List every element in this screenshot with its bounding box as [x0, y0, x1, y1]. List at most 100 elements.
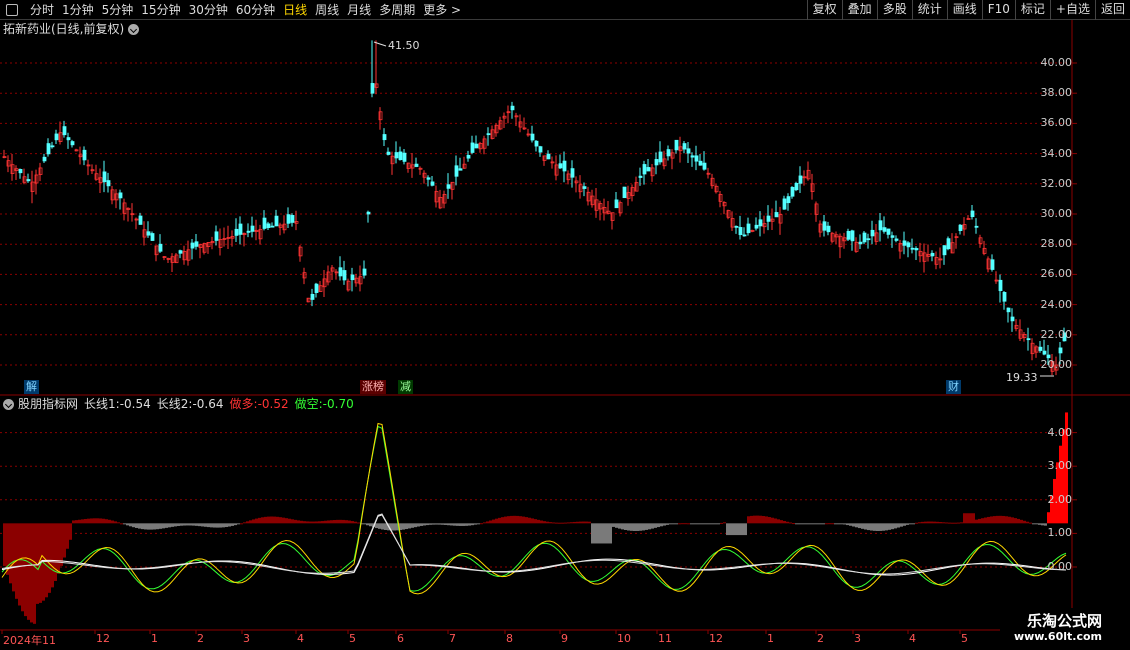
indicator-bar: [462, 523, 465, 526]
candle-body: [774, 212, 779, 218]
indicator-bar: [63, 523, 66, 558]
indicator-bar: [621, 523, 624, 530]
indicator-bar: [939, 522, 942, 524]
indicator-bar: [144, 523, 147, 530]
indicator-bar: [669, 523, 672, 525]
candle-body: [758, 219, 763, 227]
indicator-bar: [519, 516, 522, 524]
indicator-bar: [684, 523, 687, 525]
indicator-bar: [1029, 522, 1032, 524]
indicator-bar: [882, 523, 885, 531]
indicator-bar: [435, 523, 438, 525]
tag-reduce[interactable]: 减: [398, 380, 413, 394]
indicator-bar: [837, 523, 840, 525]
candle-body: [666, 149, 671, 157]
candle-body: [878, 220, 883, 231]
candle-body: [870, 229, 875, 237]
indicator-bar: [501, 517, 504, 524]
indicator-bar: [114, 521, 117, 524]
price-tick-label: 24.00: [1040, 297, 1073, 311]
indicator-bar: [765, 516, 768, 524]
indicator-bar: [48, 523, 51, 593]
bull-line: [1, 422, 1067, 595]
candle-body: [70, 141, 75, 146]
indicator-tick-label: 2.00: [1047, 492, 1073, 506]
indicator-bar: [240, 523, 243, 525]
date-tick-label: 3: [243, 632, 250, 645]
indicator-bar: [606, 523, 609, 544]
indicator-bar: [498, 517, 501, 524]
indicator-bar: [117, 522, 120, 524]
tag-limit-list[interactable]: 涨榜: [360, 380, 386, 394]
candle-body: [674, 139, 679, 151]
indicator-bar: [897, 523, 900, 528]
indicator-bar: [663, 523, 666, 526]
low-price-label: 19.33: [1006, 371, 1038, 384]
indicator-bar: [309, 521, 312, 524]
indicator-bar: [708, 523, 711, 525]
candle-body: [386, 151, 391, 155]
indicator-bar: [1008, 516, 1011, 524]
indicator-bar: [474, 523, 477, 525]
chart-canvas[interactable]: [0, 0, 1130, 650]
indicator-bar: [300, 520, 303, 524]
candle-body: [622, 186, 627, 199]
indicator-bar: [324, 520, 327, 524]
candle-body: [1006, 307, 1011, 313]
tag-unlock[interactable]: 解: [24, 380, 39, 394]
indicator-bar: [945, 522, 948, 524]
indicator-bar: [354, 521, 357, 524]
indicator-bar: [624, 523, 627, 530]
indicator-bar: [375, 523, 378, 529]
indicator-bar: [735, 523, 738, 536]
indicator-bar: [348, 520, 351, 524]
indicator-dropdown-icon[interactable]: [3, 398, 14, 410]
candle-body: [902, 240, 907, 246]
candle-body: [474, 143, 479, 149]
indicator-bar: [423, 523, 426, 526]
indicator-bar: [693, 523, 696, 525]
date-tick-label: 3: [854, 632, 861, 645]
indicator-bar: [588, 521, 591, 524]
tag-finance[interactable]: 财: [946, 380, 961, 394]
indicator-bar: [495, 518, 498, 524]
candle-body: [958, 224, 963, 232]
candle-body: [846, 230, 851, 240]
candle-body: [250, 225, 255, 232]
indicator-bar: [489, 520, 492, 524]
indicator-bar: [804, 523, 807, 525]
candle-body: [974, 225, 979, 228]
indicator-bar: [615, 523, 618, 528]
indicator-bar: [681, 523, 684, 525]
indicator-bar: [567, 522, 570, 524]
candle-body: [658, 151, 663, 163]
indicator-bar: [60, 523, 63, 566]
indicator-bar: [975, 519, 978, 524]
price-tick-label: 32.00: [1040, 176, 1073, 190]
candle-body: [894, 238, 899, 241]
candle-body: [314, 283, 319, 293]
indicator-bar: [657, 523, 660, 528]
date-tick-label: 7: [449, 632, 456, 645]
indicator-bar: [525, 517, 528, 524]
indicator-bar: [729, 523, 732, 536]
indicator-bar: [876, 523, 879, 531]
indicator-bar: [924, 521, 927, 524]
indicator-value-long1: 长线1:-0.54: [84, 397, 151, 411]
indicator-bar: [522, 516, 525, 524]
candle-body: [742, 234, 747, 237]
indicator-bar: [165, 523, 168, 528]
indicator-bar: [432, 523, 435, 525]
indicator-bar: [243, 522, 246, 524]
candle-body: [786, 196, 791, 204]
indicator-bar: [378, 523, 381, 529]
indicator-bar: [774, 518, 777, 524]
indicator-bar: [969, 513, 972, 524]
indicator-bar: [411, 523, 414, 528]
indicator-bar: [108, 519, 111, 524]
candle-body: [246, 230, 251, 233]
candle-body: [266, 223, 271, 228]
indicator-bar: [753, 515, 756, 524]
indicator-bar: [1005, 516, 1008, 524]
candle-body: [138, 215, 143, 225]
